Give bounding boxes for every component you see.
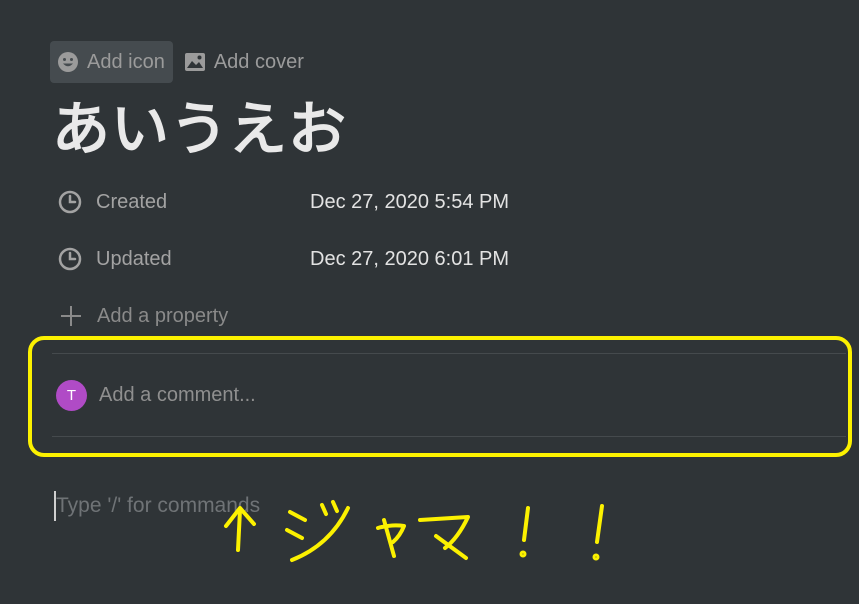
editor-block[interactable]: Type '/' for commands [54, 490, 260, 522]
add-cover-label: Add cover [213, 50, 304, 73]
add-property-button[interactable]: Add a property [58, 301, 228, 331]
smiley-icon [58, 52, 78, 72]
add-icon-label: Add icon [87, 50, 165, 73]
clock-icon [58, 190, 82, 214]
add-icon-button[interactable]: Add icon [50, 41, 173, 83]
property-value: Dec 27, 2020 6:01 PM [310, 247, 510, 270]
property-value: Dec 27, 2020 5:54 PM [310, 190, 510, 213]
property-updated[interactable]: Updated Dec 27, 2020 6:01 PM [58, 244, 509, 274]
plus-icon [61, 306, 81, 326]
page-header-actions: Add icon Add cover [50, 41, 312, 83]
avatar: T [56, 380, 87, 411]
add-cover-button[interactable]: Add cover [177, 41, 312, 83]
add-property-label: Add a property [97, 304, 229, 327]
comment-input[interactable] [99, 384, 799, 407]
page-title[interactable]: あいうえお [52, 82, 347, 166]
property-label: Created [96, 190, 168, 213]
property-created[interactable]: Created Dec 27, 2020 5:54 PM [58, 187, 509, 217]
editor-placeholder: Type '/' for commands [56, 494, 261, 517]
divider [52, 353, 846, 354]
comment-composer: T [56, 380, 799, 411]
property-label: Updated [96, 247, 172, 270]
clock-icon [58, 247, 82, 271]
divider [52, 436, 846, 437]
image-icon [184, 53, 205, 71]
